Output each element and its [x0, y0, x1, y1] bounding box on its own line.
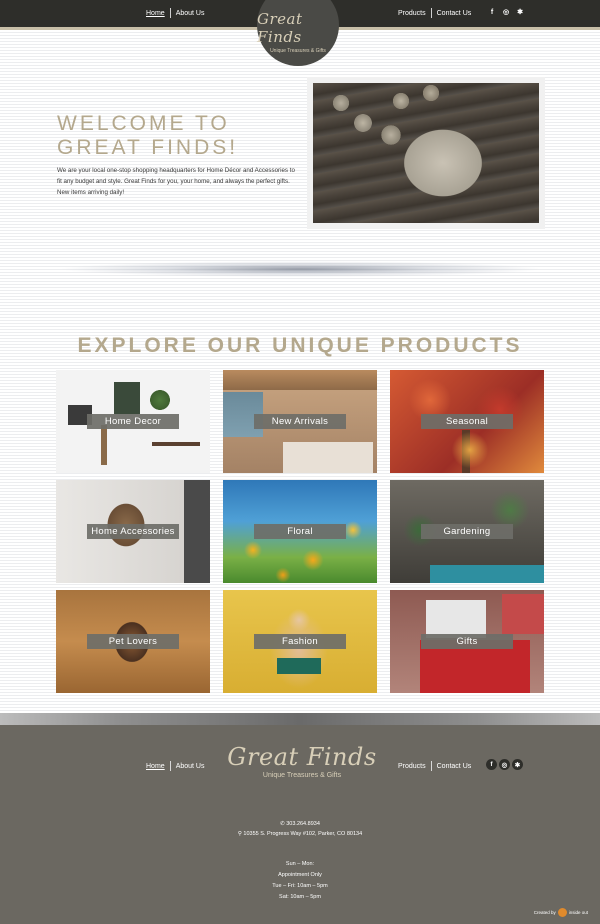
footer-about-link[interactable]: About Us: [176, 763, 205, 770]
nav-about-link[interactable]: About Us: [176, 10, 205, 17]
yelp-icon[interactable]: ✱: [515, 7, 525, 17]
footer-address[interactable]: ⚲ 10355 S. Progress Way #102, Parker, CO…: [0, 831, 600, 837]
section-divider: [60, 258, 540, 280]
footer-nav-right: Products Contact Us: [398, 761, 471, 771]
yelp-icon[interactable]: ✱: [512, 759, 523, 770]
hours-line: Sun – Mon:: [285, 861, 315, 867]
footer-logo-tagline: Unique Treasures & Gifts: [262, 772, 342, 779]
product-tile-floral[interactable]: Floral: [223, 480, 377, 583]
footer-gradient-bar: [0, 713, 600, 725]
footer: Home About Us Great Finds Unique Treasur…: [0, 725, 600, 924]
nav-products-link[interactable]: Products: [398, 10, 426, 17]
tile-label: Gifts: [421, 634, 513, 649]
tile-label: Pet Lovers: [87, 634, 179, 649]
hero-title-line1: WELCOME TO: [57, 112, 230, 135]
nav-contact-link[interactable]: Contact Us: [437, 10, 472, 17]
tile-label: Seasonal: [421, 414, 513, 429]
instagram-icon[interactable]: ◎: [501, 7, 511, 17]
product-tile-pet-lovers[interactable]: Pet Lovers: [56, 590, 210, 693]
footer-nav-left: Home About Us: [146, 761, 204, 771]
nav-left: Home About Us: [146, 8, 204, 18]
store-hours: Sun – Mon: Appointment Only Tue – Fri: 1…: [0, 859, 600, 903]
logo-tagline: Unique Treasures & Gifts: [270, 48, 326, 54]
nav-home-link[interactable]: Home: [146, 10, 165, 17]
nav-divider: [169, 761, 171, 771]
header-logo[interactable]: Great Finds Unique Treasures & Gifts: [257, 0, 339, 66]
product-tile-gifts[interactable]: Gifts: [390, 590, 544, 693]
inside-out-logo-icon: [557, 908, 567, 917]
footer-logo-script: Great Finds: [227, 743, 377, 771]
credit-label: Created by: [533, 910, 556, 915]
phone-text: 303.264.8934: [286, 821, 320, 827]
footer-phone[interactable]: ✆ 303.264.8934: [0, 821, 600, 827]
footer-products-link[interactable]: Products: [398, 763, 426, 770]
product-tile-gardening[interactable]: Gardening: [390, 480, 544, 583]
product-tile-home-accessories[interactable]: Home Accessories: [56, 480, 210, 583]
hours-line: Tue – Fri: 10am – 5pm: [272, 883, 328, 889]
tile-label: Home Decor: [87, 414, 179, 429]
nav-right: Products Contact Us: [398, 8, 471, 18]
product-tile-fashion[interactable]: Fashion: [223, 590, 377, 693]
address-text: 10355 S. Progress Way #102, Parker, CO 8…: [243, 831, 363, 837]
credit-name: inside out: [568, 910, 588, 915]
hours-line: Sat: 10am – 5pm: [279, 894, 321, 900]
nav-divider: [169, 8, 171, 18]
tile-label: Floral: [254, 524, 346, 539]
facebook-icon[interactable]: f: [487, 7, 497, 17]
instagram-icon[interactable]: ◎: [499, 759, 510, 770]
product-tile-seasonal[interactable]: Seasonal: [390, 370, 544, 473]
footer-logo[interactable]: Great Finds Unique Treasures & Gifts: [222, 743, 382, 779]
hero-title-line2: GREAT FINDS!: [57, 136, 239, 159]
footer-home-link[interactable]: Home: [146, 763, 165, 770]
footer-social-links: f ◎ ✱: [486, 759, 523, 770]
tile-label: Fashion: [254, 634, 346, 649]
logo-script-text: Great Finds: [257, 10, 303, 46]
footer-contact-link[interactable]: Contact Us: [437, 763, 472, 770]
hours-line: Appointment Only: [278, 872, 322, 878]
products-title: EXPLORE OUR UNIQUE PRODUCTS: [77, 334, 523, 357]
nav-divider: [430, 761, 432, 771]
product-tile-new-arrivals[interactable]: New Arrivals: [223, 370, 377, 473]
hero-title: WELCOME TO GREAT FINDS!: [57, 112, 297, 160]
tile-label: New Arrivals: [254, 414, 346, 429]
social-links: f ◎ ✱: [487, 7, 525, 17]
tile-label: Gardening: [421, 524, 513, 539]
hero-heart-image: [313, 83, 539, 223]
nav-divider: [430, 8, 432, 18]
tile-label: Home Accessories: [87, 524, 179, 539]
site-credit[interactable]: Created by inside out: [534, 908, 588, 917]
hero-image-frame: [307, 77, 545, 229]
product-tile-home-decor[interactable]: Home Decor: [56, 370, 210, 473]
facebook-icon[interactable]: f: [486, 759, 497, 770]
hero-text: We are your local one-stop shopping head…: [57, 167, 295, 196]
